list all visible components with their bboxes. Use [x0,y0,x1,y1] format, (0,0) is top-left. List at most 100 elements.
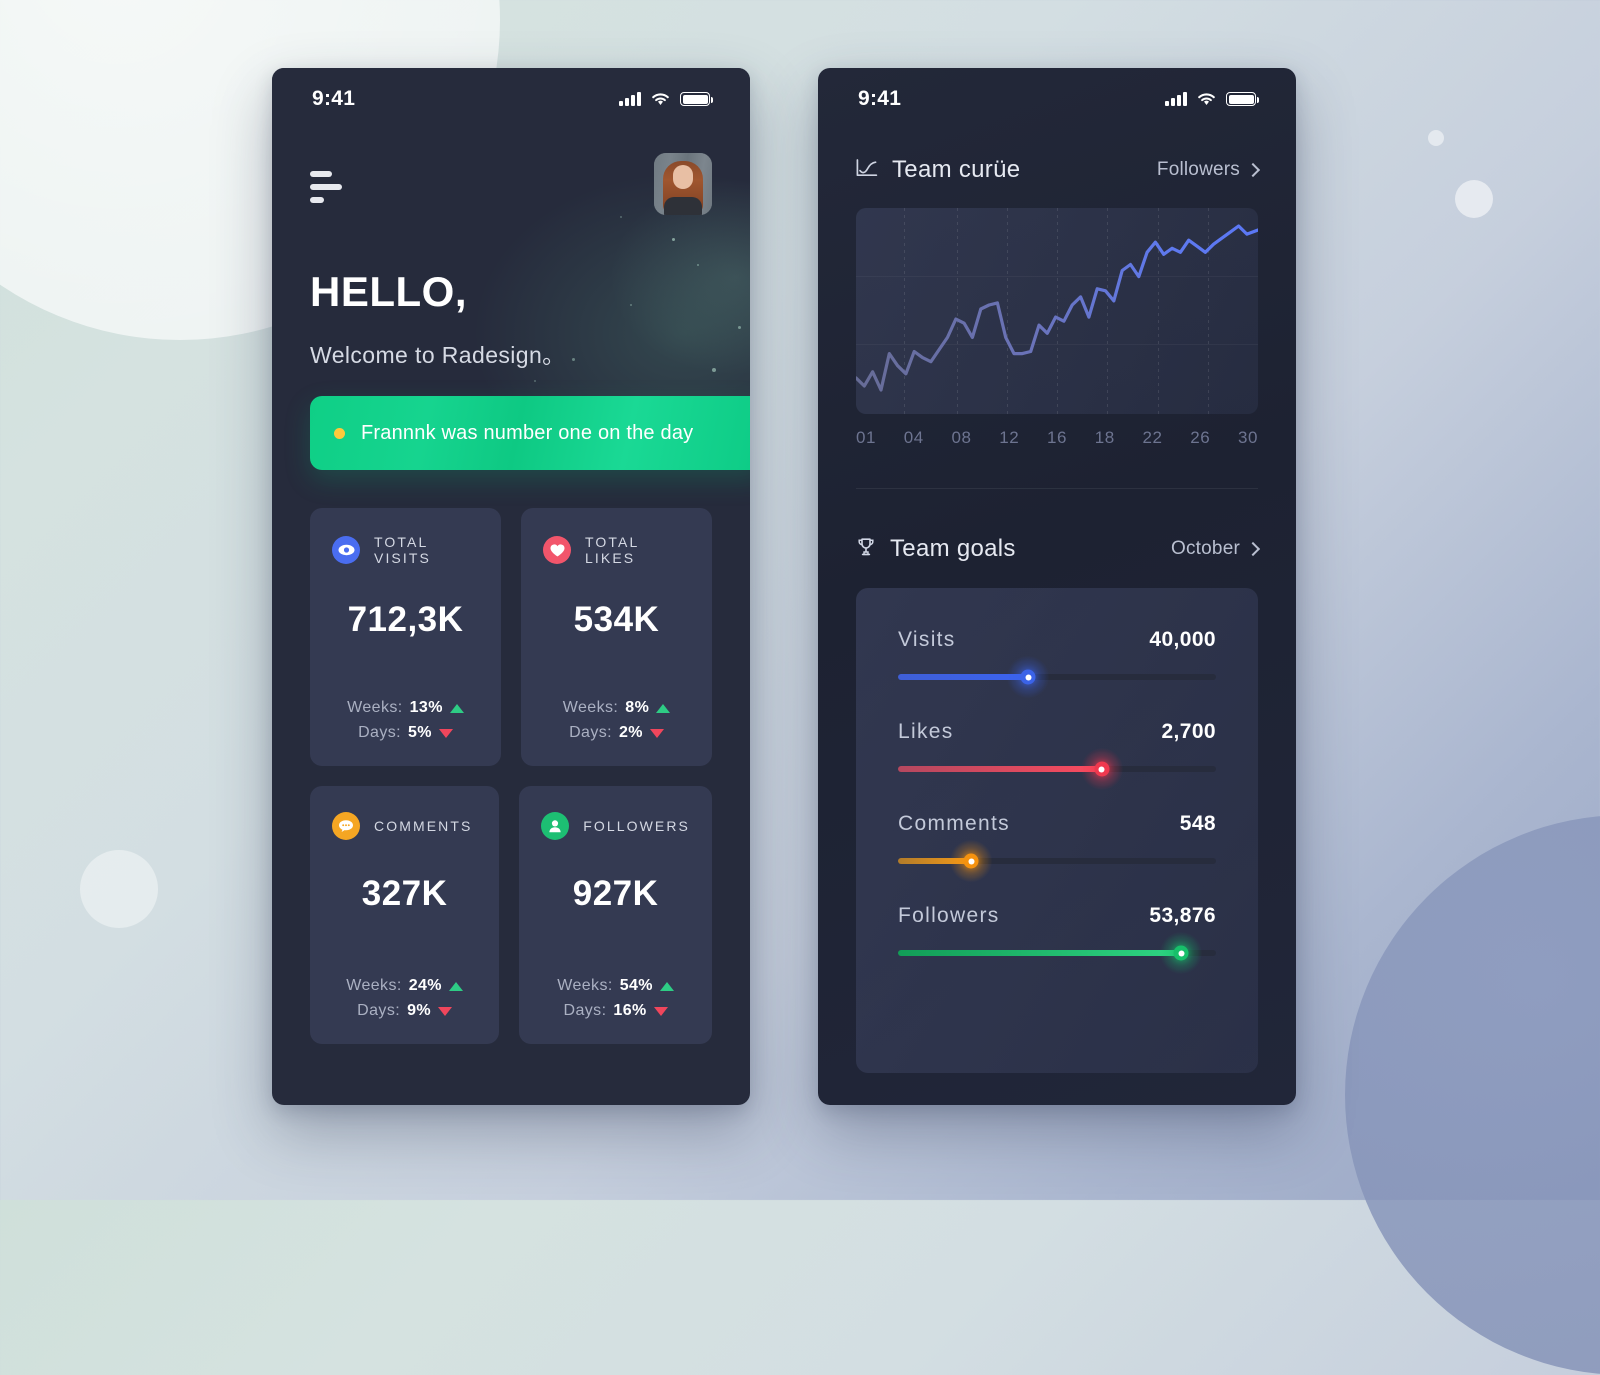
status-time: 9:41 [312,87,356,110]
stat-card-value: 534K [573,600,660,639]
stat-card-value: 712,3K [347,600,464,639]
chart-more-link[interactable]: Followers [1156,159,1261,181]
menu-bar [310,197,324,203]
axis-tick-label: 12 [999,428,1020,447]
stat-card-row: COMMENTS 327K Weeks: 24% Days: 9% FOLLOW… [310,786,712,1044]
status-time: 9:41 [858,87,902,110]
slider-thumb[interactable] [963,853,979,869]
trend-down-icon [438,1006,453,1016]
goal-slider-likes[interactable] [898,748,1216,790]
sparkle-particle [712,368,716,372]
axis-tick-label: 26 [1190,428,1211,447]
line-chart-icon [856,158,878,182]
sparkle-particle [620,216,622,218]
slider-thumb[interactable] [1094,761,1110,777]
line-chart-plot[interactable] [856,208,1258,414]
metric-weeks: Weeks: 13% [332,699,479,717]
metric-weeks: Weeks: 8% [543,699,690,717]
stat-card-label: TOTAL VISITS [374,534,431,566]
avatar[interactable] [654,153,712,215]
goal-header: Followers 53,876 [898,904,1216,928]
trend-up-icon [656,703,671,713]
goal-header: Likes 2,700 [898,720,1216,744]
metric-key: Weeks: [562,699,619,716]
stat-card-followers[interactable]: FOLLOWERS 927K Weeks: 54% Days: 16% [519,786,712,1044]
goals-more-link[interactable]: October [1171,538,1261,560]
trend-down-icon [653,1006,668,1016]
status-bar: 9:41 [818,68,1296,130]
goal-label: Visits [898,628,956,651]
stat-card-metrics: Weeks: 8% Days: 2% [543,692,690,742]
avatar-face [673,165,693,189]
metric-key: Weeks: [347,699,403,716]
metric-days: Days: 5% [332,724,479,742]
stat-card-metrics: Weeks: 13% Days: 5% [332,692,479,742]
axis-tick-label: 18 [1094,428,1115,447]
trend-up-icon [449,703,464,713]
stat-card-header: FOLLOWERS [541,812,690,840]
trend-up-icon [448,981,463,991]
status-icons [1165,92,1259,106]
status-bar: 9:41 [272,68,750,130]
cellular-bars-icon [619,92,641,106]
chart-section-header: Team curüe Followers [856,156,1261,184]
goal-value: 548 [1179,812,1216,835]
goal-row-visits: Visits 40,000 [898,628,1216,698]
phone-screen-analytics: 9:41 Team curüe Followers 01 04 08 12 16… [818,68,1296,1105]
stat-card-label: TOTAL LIKES [585,534,639,566]
wifi-icon [651,92,670,106]
menu-bar [310,171,332,177]
stat-card-row: TOTAL VISITS 712,3K Weeks: 13% Days: 5% [310,508,712,766]
cellular-bars-icon [1165,92,1187,106]
goal-slider-visits[interactable] [898,656,1216,698]
metric-value: 5% [407,724,432,741]
metric-value: 8% [625,699,650,716]
hamburger-menu-icon[interactable] [310,171,346,210]
chart-series-path [856,224,1258,392]
stat-card-total-visits[interactable]: TOTAL VISITS 712,3K Weeks: 13% Days: 5% [310,508,501,766]
metric-value: 24% [408,977,442,994]
stat-card-header: COMMENTS [332,812,477,840]
sparkle-particle [672,238,675,241]
goal-header: Visits 40,000 [898,628,1216,652]
metric-days: Days: 9% [332,1002,477,1020]
stat-card-total-likes[interactable]: TOTAL LIKES 534K Weeks: 8% Days: 2% [521,508,712,766]
background-dot-right [1428,130,1444,146]
background-circle-bottom-right [1345,815,1600,1375]
stat-card-value: 327K [361,874,448,913]
metric-weeks: Weeks: 24% [332,977,477,995]
chart-x-axis: 01 04 08 12 16 18 22 26 30 [856,428,1258,448]
notification-banner[interactable]: Frannnk was number one on the day [310,396,750,470]
goals-more-label: October [1171,538,1240,559]
stat-card-metrics: Weeks: 54% Days: 16% [541,970,690,1020]
goal-value: 40,000 [1149,628,1216,651]
chevron-right-icon [1245,162,1261,178]
person-icon [541,812,570,840]
slider-thumb[interactable] [1173,945,1189,961]
goal-slider-followers[interactable] [898,932,1216,974]
greeting-heading: HELLO, [310,268,467,315]
chart-more-label: Followers [1156,159,1240,180]
avatar-body [664,197,702,215]
stat-card-comments[interactable]: COMMENTS 327K Weeks: 24% Days: 9% [310,786,500,1044]
goal-row-comments: Comments 548 [898,812,1216,882]
goal-slider-comments[interactable] [898,840,1216,882]
chart-title: Team curüe [892,156,1021,183]
goal-row-followers: Followers 53,876 [898,904,1216,974]
battery-full-icon [680,92,713,106]
chevron-right-icon [1245,541,1261,557]
metric-weeks: Weeks: 54% [541,977,690,995]
goals-section-title: Team goals [856,535,1016,563]
metric-days: Days: 2% [543,724,690,742]
metric-key: Weeks: [346,977,402,994]
background-circle-left [80,850,158,928]
metric-key: Days: [357,1002,401,1019]
slider-fill [898,766,1102,772]
axis-tick-label: 30 [1238,428,1258,447]
goal-value: 53,876 [1149,904,1216,927]
goal-value: 2,700 [1161,720,1216,743]
goals-section-header: Team goals October [856,535,1261,563]
slider-thumb[interactable] [1020,669,1036,685]
notification-banner-text: Frannnk was number one on the day [361,421,694,444]
welcome-subtitle: Welcome to Radesign。 [310,342,566,368]
